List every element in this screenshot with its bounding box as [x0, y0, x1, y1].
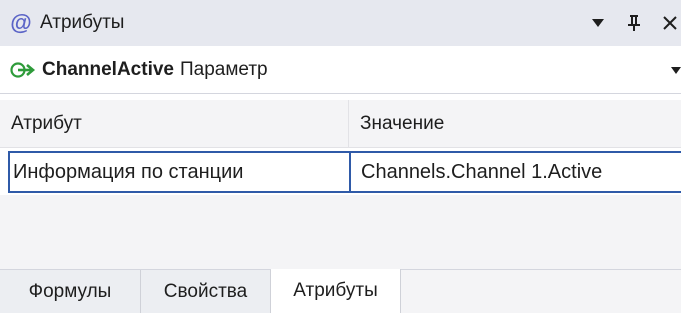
cell-attribute[interactable]: Информация по станции	[10, 153, 351, 191]
dropdown-triangle-icon[interactable]	[583, 8, 613, 38]
tab-formulas[interactable]: Формулы	[0, 270, 141, 313]
cell-value[interactable]: Channels.Channel 1.Active	[351, 153, 681, 191]
grid-header: Атрибут Значение	[0, 100, 681, 148]
column-header-value[interactable]: Значение	[349, 100, 681, 147]
chevron-down-icon[interactable]	[669, 60, 681, 80]
selected-object-type: Параметр	[179, 58, 268, 80]
close-icon[interactable]	[655, 8, 681, 38]
attributes-panel: @ Атрибуты ChannelActive Параметр Атрибу…	[0, 0, 681, 313]
column-header-attribute[interactable]: Атрибут	[0, 100, 349, 147]
panel-title-bar: @ Атрибуты	[0, 0, 681, 46]
title-controls	[583, 0, 681, 46]
pin-icon[interactable]	[619, 8, 649, 38]
attributes-grid: Атрибут Значение Информация по станции C…	[0, 100, 681, 193]
tab-attributes[interactable]: Атрибуты	[271, 269, 401, 313]
tab-properties[interactable]: Свойства	[141, 270, 271, 313]
green-arrow-icon	[10, 61, 38, 79]
grid-empty-area	[0, 195, 681, 269]
selected-object-name: ChannelActive	[42, 58, 174, 80]
table-row[interactable]: Информация по станции Channels.Channel 1…	[8, 151, 681, 193]
panel-tabs: Формулы Свойства Атрибуты	[0, 269, 681, 313]
object-selector[interactable]: ChannelActive Параметр	[0, 46, 681, 94]
at-sign-icon: @	[10, 10, 32, 35]
panel-title: Атрибуты	[40, 12, 125, 33]
